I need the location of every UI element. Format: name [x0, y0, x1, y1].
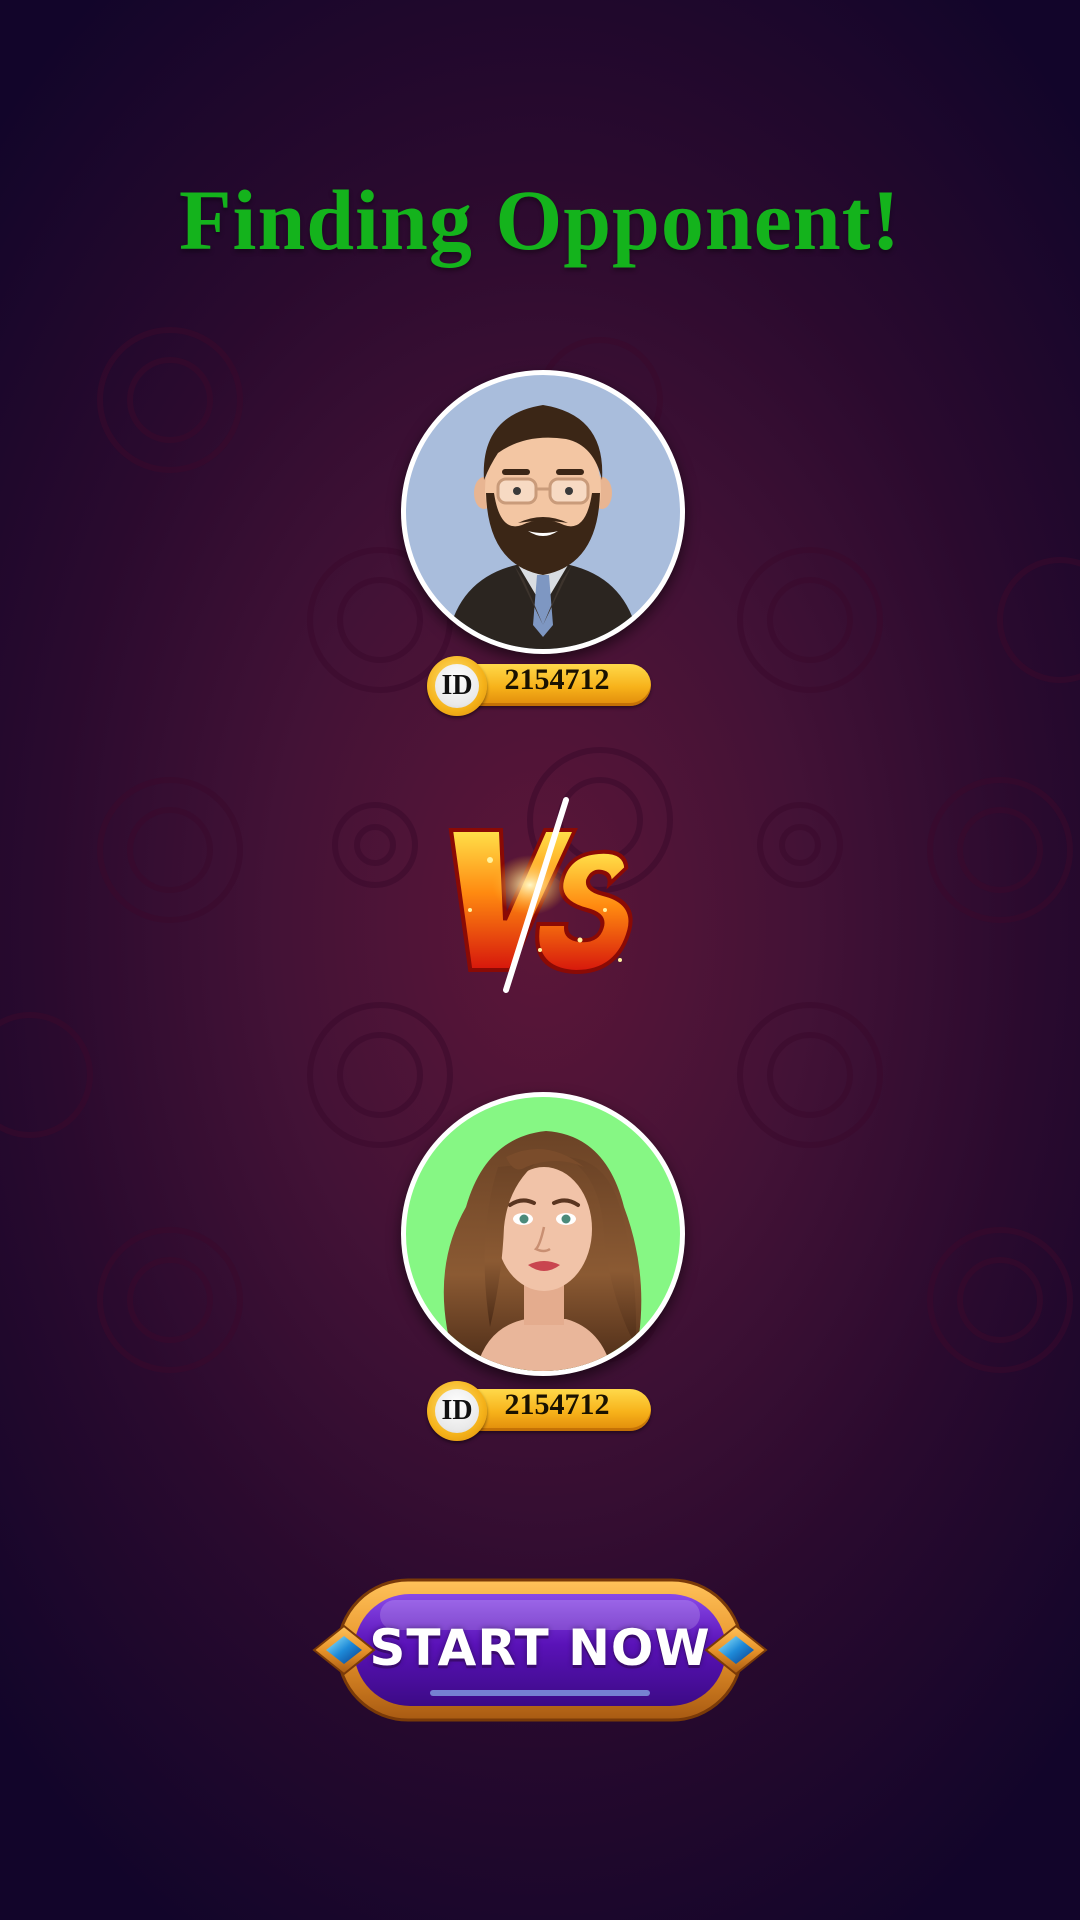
vs-emblem-icon	[448, 797, 633, 993]
player-id-label: ID	[441, 670, 473, 701]
player-id-value: 2154712	[504, 663, 610, 696]
id-coin-icon: ID	[427, 656, 487, 716]
id-coin-icon: ID	[427, 1381, 487, 1441]
opponent-avatar[interactable]	[401, 1092, 685, 1376]
start-now-label: START NOW	[369, 1619, 711, 1677]
opponent-id-badge: 2154712 ID	[427, 1381, 653, 1441]
start-now-button[interactable]: START NOW	[310, 1572, 770, 1728]
long-haired-woman-avatar-icon	[443, 1131, 642, 1371]
opponent-id-value: 2154712	[504, 1388, 610, 1421]
opponent-id-label: ID	[441, 1395, 473, 1426]
player-avatar[interactable]	[401, 370, 685, 654]
page-title: Finding Opponent!	[179, 172, 901, 268]
bearded-man-avatar-icon	[446, 405, 640, 649]
player-id-badge: 2154712 ID	[427, 656, 653, 716]
